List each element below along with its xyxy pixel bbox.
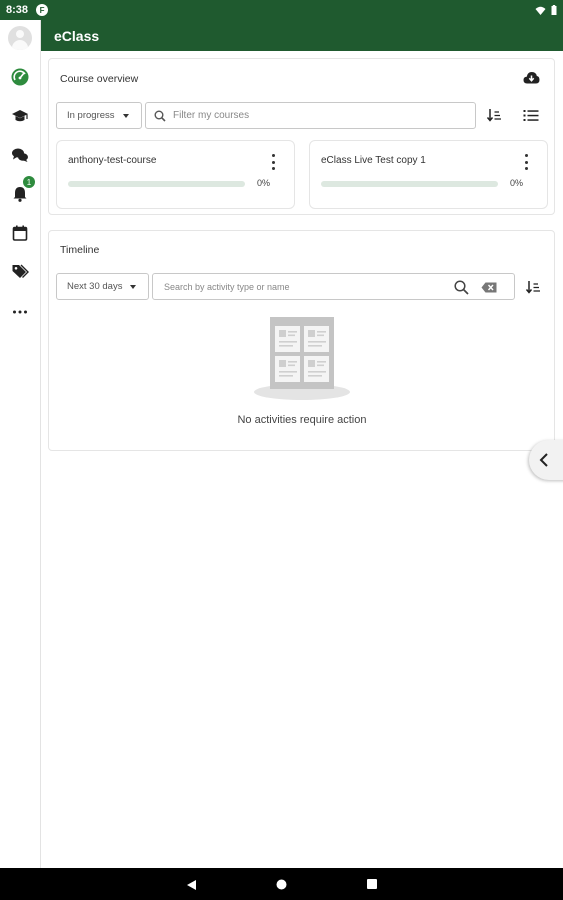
drawer-toggle-button[interactable]	[529, 440, 563, 480]
kebab-menu-icon[interactable]	[272, 154, 276, 170]
course-progress-bar	[321, 181, 498, 187]
sidebar-item-messages[interactable]	[8, 143, 32, 167]
timeline-sort-button[interactable]	[523, 277, 543, 297]
calendar-icon	[12, 225, 28, 241]
app-bar: eClass	[41, 20, 563, 51]
more-icon	[13, 310, 27, 314]
avatar[interactable]	[8, 26, 32, 50]
recents-icon[interactable]	[367, 879, 377, 889]
clear-input-icon[interactable]	[481, 282, 497, 293]
timeline-title: Timeline	[60, 244, 100, 256]
wifi-icon	[535, 6, 546, 15]
sort-icon	[525, 281, 540, 294]
timeline-search-placeholder: Search by activity type or name	[164, 281, 290, 292]
kebab-menu-icon[interactable]	[525, 154, 529, 170]
notification-badge: 1	[23, 176, 35, 188]
dashboard-icon	[11, 68, 29, 86]
app-title: eClass	[54, 27, 100, 44]
course-card[interactable]: eClass Live Test copy 1 0%	[309, 140, 548, 209]
empty-activities-message: No activities require action	[237, 414, 367, 426]
course-progress-text: 0%	[256, 178, 270, 188]
course-name: eClass Live Test copy 1	[321, 155, 426, 166]
sidebar-item-more[interactable]	[8, 300, 32, 324]
home-icon[interactable]	[276, 879, 287, 890]
course-filter-select[interactable]: In progress	[56, 102, 142, 129]
back-icon[interactable]	[186, 879, 197, 891]
battery-icon	[551, 5, 557, 15]
timeline-range-value: Next 30 days	[67, 281, 123, 292]
course-overview-title: Course overview	[60, 73, 139, 85]
sidebar: 1	[0, 20, 41, 868]
sidebar-item-my-courses[interactable]	[8, 104, 32, 128]
sidebar-item-notifications[interactable]: 1	[8, 176, 35, 206]
course-name: anthony-test-course	[68, 155, 157, 166]
course-filter-value: In progress	[67, 110, 115, 121]
tag-icon	[12, 264, 29, 278]
status-time: 8:38	[6, 4, 29, 16]
chat-icon	[12, 148, 28, 162]
list-view-icon	[523, 109, 539, 121]
chevron-left-icon	[539, 453, 548, 467]
course-search-placeholder: Filter my courses	[173, 110, 250, 121]
timeline-search-input[interactable]: Search by activity type or name	[152, 273, 515, 300]
timeline-range-select[interactable]: Next 30 days	[56, 273, 149, 300]
course-search-input[interactable]: Filter my courses	[145, 102, 476, 129]
search-icon[interactable]	[454, 280, 469, 295]
course-card[interactable]: anthony-test-course 0%	[56, 140, 295, 209]
cloud-download-icon	[523, 71, 539, 83]
app-notification-icon: F	[36, 4, 49, 16]
chevron-down-icon	[130, 284, 137, 289]
sidebar-item-calendar[interactable]	[8, 221, 32, 245]
sidebar-item-dashboard[interactable]	[8, 65, 32, 89]
empty-activities-illustration	[254, 317, 350, 400]
download-button[interactable]	[521, 67, 541, 87]
status-bar: 8:38 F	[0, 0, 563, 20]
system-nav-bar	[0, 868, 563, 900]
course-view-toggle-button[interactable]	[521, 105, 541, 125]
chevron-down-icon	[122, 113, 129, 118]
sort-icon	[486, 109, 501, 122]
graduation-cap-icon	[12, 110, 28, 122]
course-sort-button[interactable]	[484, 105, 504, 125]
course-progress-bar	[68, 181, 245, 187]
search-icon	[154, 110, 166, 122]
sidebar-item-tags[interactable]	[8, 260, 32, 284]
course-progress-text: 0%	[509, 178, 523, 188]
